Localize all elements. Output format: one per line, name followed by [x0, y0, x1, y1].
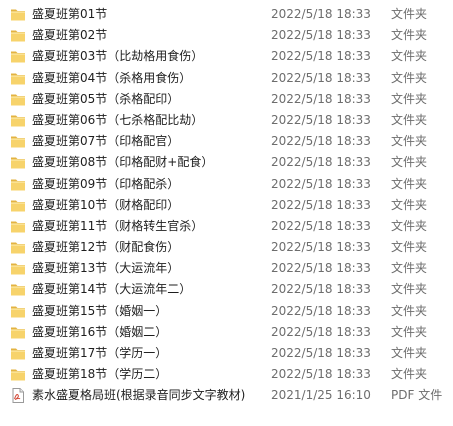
folder-row[interactable]: 盛夏班第05节（杀格配印） 2022/5/18 18:33 文件夹: [0, 89, 453, 110]
file-type: 文件夹: [391, 91, 428, 106]
file-name: 盛夏班第03节（比劫格用食伤）: [32, 49, 204, 64]
file-type: 文件夹: [391, 261, 428, 276]
folder-icon: [10, 346, 26, 361]
file-type: 文件夹: [391, 197, 428, 212]
file-date: 2022/5/18 18:33: [271, 91, 371, 106]
file-date: 2022/5/18 18:33: [271, 282, 371, 297]
file-name: 盛夏班第05节（杀格配印）: [32, 91, 180, 106]
folder-row[interactable]: 盛夏班第17节（学历一） 2022/5/18 18:33 文件夹: [0, 343, 453, 364]
file-date: 2022/5/18 18:33: [271, 134, 371, 149]
file-date: 2021/1/25 16:10: [271, 388, 371, 403]
file-date: 2022/5/18 18:33: [271, 49, 371, 64]
file-name: 盛夏班第12节（财配食伤）: [32, 240, 180, 255]
folder-row[interactable]: 盛夏班第01节 2022/5/18 18:33 文件夹: [0, 4, 453, 25]
folder-icon: [10, 92, 26, 107]
file-type: 文件夹: [391, 240, 428, 255]
file-date: 2022/5/18 18:33: [271, 240, 371, 255]
folder-icon: [10, 198, 26, 213]
file-date: 2022/5/18 18:33: [271, 197, 371, 212]
file-type: 文件夹: [391, 346, 428, 360]
file-name: 盛夏班第01节: [32, 7, 108, 21]
file-row-pdf[interactable]: 素水盛夏格局班(根据录音同步文字教材) 2021/1/25 16:10 PDF 文件: [0, 385, 453, 406]
folder-row[interactable]: 盛夏班第03节（比劫格用食伤） 2022/5/18 18:33 文件夹: [0, 46, 453, 67]
file-type: 文件夹: [391, 112, 428, 127]
folder-row[interactable]: 盛夏班第09节（印格配杀） 2022/5/18 18:33 文件夹: [0, 174, 453, 195]
file-name: 盛夏班第04节（杀格用食伤）: [32, 70, 192, 85]
file-name: 盛夏班第10节（财格配印）: [32, 197, 180, 212]
folder-row[interactable]: 盛夏班第08节（印格配财+配食） 2022/5/18 18:33 文件夹: [0, 152, 453, 173]
file-name: 盛夏班第13节（大运流年）: [32, 261, 180, 276]
file-type: PDF 文件: [391, 388, 443, 403]
file-type: 文件夹: [391, 367, 428, 382]
file-name: 盛夏班第02节: [32, 28, 108, 43]
file-date: 2022/5/18 18:33: [271, 346, 371, 360]
folder-row[interactable]: 盛夏班第06节（七杀格配比劫） 2022/5/18 18:33 文件夹: [0, 110, 453, 131]
file-name: 盛夏班第07节（印格配官）: [32, 134, 180, 149]
file-name: 盛夏班第15节（婚姻一）: [32, 303, 168, 318]
file-name: 盛夏班第09节（印格配杀）: [32, 176, 180, 191]
file-date: 2022/5/18 18:33: [271, 367, 371, 382]
folder-icon: [10, 134, 26, 149]
folder-row[interactable]: 盛夏班第04节（杀格用食伤） 2022/5/18 18:33 文件夹: [0, 68, 453, 89]
file-name: 盛夏班第11节（财格转生官杀）: [32, 218, 204, 233]
folder-icon: [10, 155, 26, 170]
file-name: 盛夏班第08节（印格配财+配食）: [32, 155, 214, 170]
file-name: 盛夏班第17节（学历一）: [32, 346, 168, 360]
file-list: 盛夏班第01节 2022/5/18 18:33 文件夹 盛夏班第02节 2022/5/1…: [0, 0, 453, 407]
folder-row[interactable]: 盛夏班第12节（财配食伤） 2022/5/18 18:33 文件夹: [0, 237, 453, 258]
file-date: 2022/5/18 18:33: [271, 324, 371, 339]
folder-row[interactable]: 盛夏班第07节（印格配官） 2022/5/18 18:33 文件夹: [0, 131, 453, 152]
file-type: 文件夹: [391, 324, 428, 339]
file-type: 文件夹: [391, 7, 428, 21]
file-type: 文件夹: [391, 218, 428, 233]
folder-row[interactable]: 盛夏班第14节（大运流年二） 2022/5/18 18:33 文件夹: [0, 279, 453, 300]
file-date: 2022/5/18 18:33: [271, 7, 371, 21]
folder-icon: [10, 261, 26, 276]
folder-icon: [10, 71, 26, 86]
folder-icon: [10, 177, 26, 192]
file-type: 文件夹: [391, 303, 428, 318]
folder-row[interactable]: 盛夏班第10节（财格配印） 2022/5/18 18:33 文件夹: [0, 195, 453, 216]
folder-icon: [10, 325, 26, 340]
folder-icon: [10, 282, 26, 297]
file-type: 文件夹: [391, 28, 428, 43]
folder-row[interactable]: 盛夏班第02节 2022/5/18 18:33 文件夹: [0, 25, 453, 46]
file-date: 2022/5/18 18:33: [271, 70, 371, 85]
file-type: 文件夹: [391, 134, 428, 149]
file-name: 盛夏班第06节（七杀格配比劫）: [32, 112, 204, 127]
file-date: 2022/5/18 18:33: [271, 303, 371, 318]
file-type: 文件夹: [391, 176, 428, 191]
folder-row[interactable]: 盛夏班第16节（婚姻二） 2022/5/18 18:33 文件夹: [0, 322, 453, 343]
file-date: 2022/5/18 18:33: [271, 155, 371, 170]
folder-row[interactable]: 盛夏班第13节（大运流年） 2022/5/18 18:33 文件夹: [0, 258, 453, 279]
folder-icon: [10, 7, 26, 22]
folder-icon: [10, 304, 26, 319]
file-name: 盛夏班第14节（大运流年二）: [32, 282, 192, 297]
file-type: 文件夹: [391, 49, 428, 64]
file-type: 文件夹: [391, 155, 428, 170]
file-type: 文件夹: [391, 70, 428, 85]
file-date: 2022/5/18 18:33: [271, 28, 371, 43]
folder-icon: [10, 219, 26, 234]
file-date: 2022/5/18 18:33: [271, 176, 371, 191]
folder-icon: [10, 367, 26, 382]
file-date: 2022/5/18 18:33: [271, 112, 371, 127]
file-type: 文件夹: [391, 282, 428, 297]
folder-row[interactable]: 盛夏班第18节（学历二） 2022/5/18 18:33 文件夹: [0, 364, 453, 385]
folder-icon: [10, 28, 26, 43]
pdf-file-icon: [10, 388, 26, 404]
folder-row[interactable]: 盛夏班第11节（财格转生官杀） 2022/5/18 18:33 文件夹: [0, 216, 453, 237]
file-name: 素水盛夏格局班(根据录音同步文字教材): [32, 388, 246, 403]
file-date: 2022/5/18 18:33: [271, 261, 371, 276]
folder-icon: [10, 113, 26, 128]
folder-row[interactable]: 盛夏班第15节（婚姻一） 2022/5/18 18:33 文件夹: [0, 301, 453, 322]
file-name: 盛夏班第18节（学历二）: [32, 367, 168, 382]
file-name: 盛夏班第16节（婚姻二）: [32, 324, 168, 339]
file-date: 2022/5/18 18:33: [271, 218, 371, 233]
folder-icon: [10, 240, 26, 255]
folder-icon: [10, 49, 26, 64]
